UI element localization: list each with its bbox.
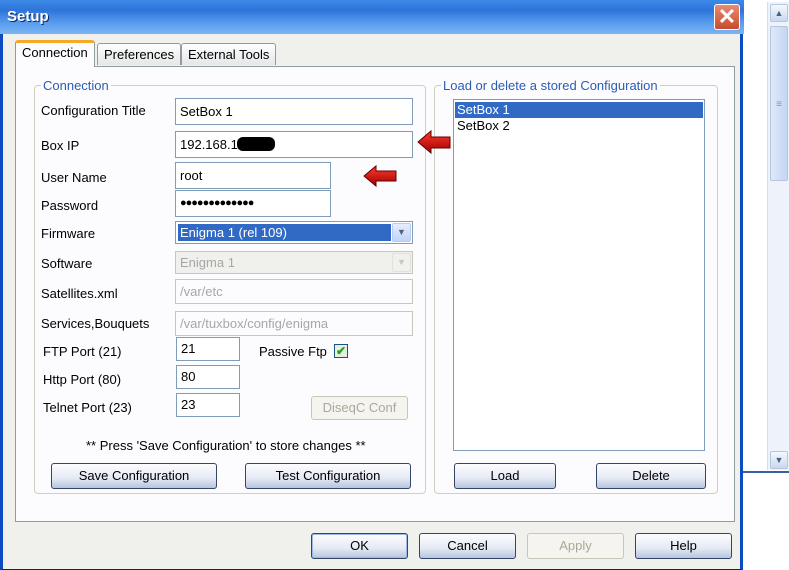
services-label: Services,Bouquets (41, 316, 150, 331)
http-port-input[interactable]: 80 (176, 365, 240, 389)
cancel-button[interactable]: Cancel (419, 533, 516, 559)
close-icon[interactable]: ✕ (714, 4, 740, 30)
firmware-label: Firmware (41, 226, 96, 241)
chevron-down-icon: ▼ (392, 253, 411, 272)
config-title-label: Configuration Title (41, 103, 146, 118)
tab-preferences[interactable]: Preferences (97, 43, 182, 65)
dialog-body: Connection Preferences External Tools Co… (3, 34, 740, 569)
diseqc-conf-button: DiseqC Conf (311, 396, 408, 420)
ftp-port-label: FTP Port (21) (43, 344, 122, 359)
user-name-label: User Name (41, 170, 107, 185)
help-button[interactable]: Help (635, 533, 732, 559)
delete-button[interactable]: Delete (596, 463, 706, 489)
chevron-down-icon[interactable]: ▼ (392, 223, 411, 242)
services-input: /var/tuxbox/config/enigma (175, 311, 413, 336)
test-configuration-button[interactable]: Test Configuration (245, 463, 411, 489)
ok-button[interactable]: OK (311, 533, 408, 559)
setup-dialog: Setup ✕ Connection Preferences External … (0, 0, 744, 570)
software-label: Software (41, 256, 93, 271)
password-input[interactable]: ●●●●●●●●●●●●● (175, 190, 331, 217)
title-bar[interactable]: Setup ✕ (0, 0, 744, 34)
list-item[interactable]: SetBox 1 (455, 102, 703, 118)
stored-config-list[interactable]: SetBox 1 SetBox 2 (453, 99, 705, 451)
user-name-input[interactable]: root (175, 162, 331, 189)
box-ip-value: 192.168.1 (180, 137, 238, 152)
tab-panel-connection: Connection Configuration Title SetBox 1 … (15, 66, 735, 522)
tab-label: Connection (22, 45, 88, 60)
stored-config-group-label: Load or delete a stored Configuration (443, 78, 658, 93)
load-button[interactable]: Load (454, 463, 556, 489)
password-label: Password (41, 198, 99, 213)
tab-label: External Tools (188, 47, 270, 62)
scroll-thumb[interactable]: ≡ (770, 26, 788, 181)
box-ip-label: Box IP (41, 138, 80, 153)
save-hint: ** Press 'Save Configuration' to store c… (86, 438, 366, 453)
satellites-label: Satellites.xml (41, 286, 118, 301)
background-scrollbar[interactable]: ▲ ≡ ▼ (767, 2, 789, 470)
tab-external-tools[interactable]: External Tools (181, 43, 277, 65)
config-title-input[interactable]: SetBox 1 (175, 98, 413, 125)
annotation-arrow-icon (363, 164, 397, 188)
box-ip-input[interactable]: 192.168.1 (175, 131, 413, 158)
list-item[interactable]: SetBox 2 (455, 118, 703, 134)
window-title: Setup (7, 8, 49, 25)
firmware-select[interactable]: Enigma 1 (rel 109) ▼ (175, 221, 413, 244)
background-window-edge (742, 471, 789, 473)
redaction-mark (236, 137, 275, 151)
telnet-port-label: Telnet Port (23) (43, 400, 132, 415)
annotation-arrow-icon (417, 129, 451, 155)
scroll-up-icon[interactable]: ▲ (770, 4, 788, 22)
ftp-port-input[interactable]: 21 (176, 337, 240, 361)
save-configuration-button[interactable]: Save Configuration (51, 463, 217, 489)
telnet-port-input[interactable]: 23 (176, 393, 240, 417)
connection-group-label: Connection (43, 78, 109, 93)
http-port-label: Http Port (80) (43, 372, 122, 387)
software-selected-value: Enigma 1 (180, 255, 235, 270)
passive-ftp-label: Passive Ftp (259, 344, 327, 359)
scroll-down-icon[interactable]: ▼ (770, 451, 788, 469)
satellites-input: /var/etc (175, 279, 413, 304)
passive-ftp-checkbox[interactable]: ✔ (334, 344, 348, 358)
software-select: Enigma 1 ▼ (175, 251, 413, 274)
tab-label: Preferences (104, 47, 175, 62)
firmware-selected-value: Enigma 1 (rel 109) (178, 224, 391, 241)
apply-button: Apply (527, 533, 624, 559)
tab-connection[interactable]: Connection (15, 40, 95, 67)
